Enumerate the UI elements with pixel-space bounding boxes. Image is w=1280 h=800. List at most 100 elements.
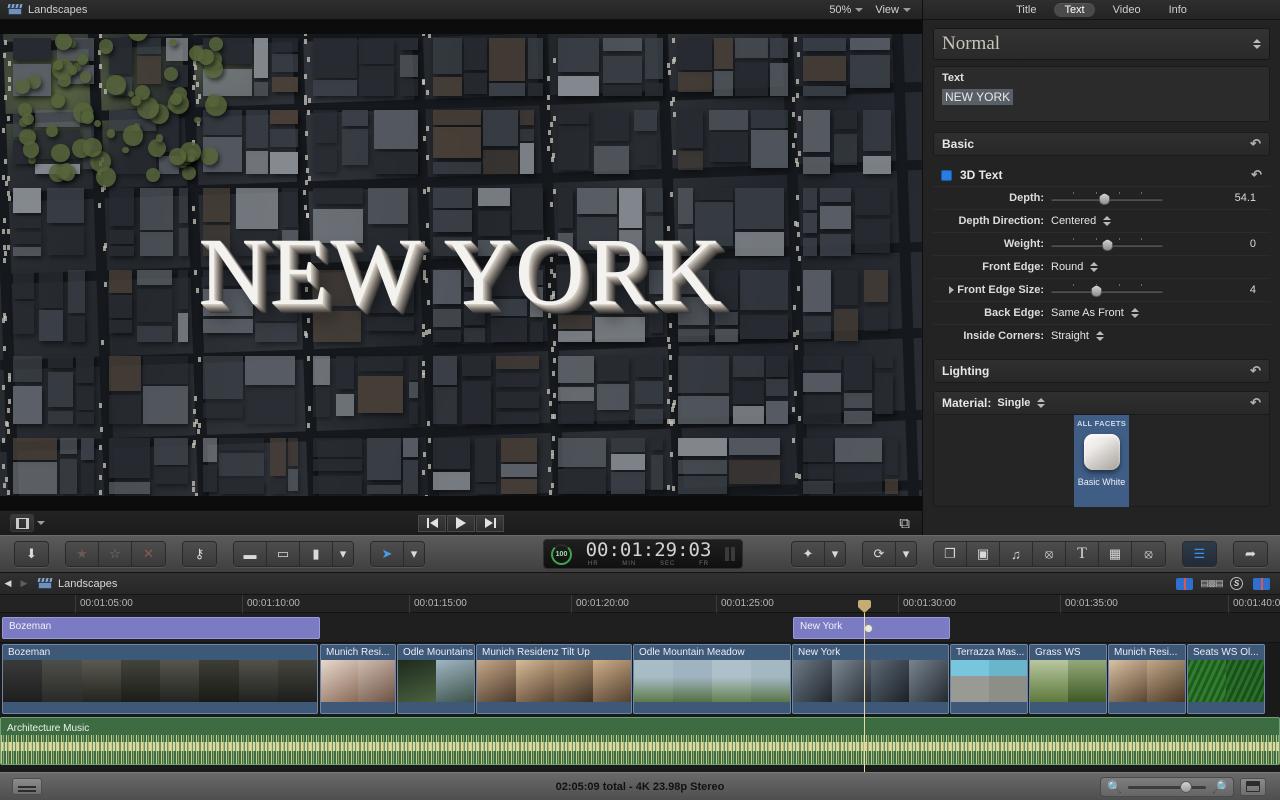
- param-back-edge-select[interactable]: Same As Front: [1051, 307, 1139, 319]
- video-clip[interactable]: Bozeman: [2, 644, 318, 714]
- text-input[interactable]: NEW YORK: [942, 89, 1013, 105]
- chevron-left-icon[interactable]: ◀: [0, 578, 16, 589]
- tools-menu[interactable]: ▾: [404, 542, 424, 566]
- video-clip[interactable]: Grass WS: [1029, 644, 1107, 714]
- append-clip-button[interactable]: ▮: [300, 542, 333, 566]
- lighting-label: Lighting: [942, 364, 989, 378]
- import-media-button[interactable]: ⬇: [15, 542, 48, 566]
- generators-browser-button[interactable]: ▦: [1099, 542, 1132, 566]
- solo-icon[interactable]: S: [1230, 577, 1243, 590]
- material-value: Single: [997, 397, 1030, 409]
- reset-arrow-icon[interactable]: ↶: [1250, 395, 1261, 411]
- effects-menu[interactable]: ▾: [825, 542, 845, 566]
- zoom-slider[interactable]: [1128, 781, 1206, 793]
- timeline-ruler[interactable]: 00:01:05:00 00:01:10:00 00:01:15:00 00:0…: [0, 595, 1280, 613]
- param-front-edge-size-slider[interactable]: [1051, 283, 1163, 297]
- tab-title[interactable]: Title: [1006, 3, 1046, 17]
- title-clip-new-york[interactable]: New York: [793, 617, 950, 639]
- tab-video[interactable]: Video: [1103, 3, 1151, 17]
- video-clip[interactable]: Munich Resi...: [1108, 644, 1186, 714]
- material-swatch-area: ALL FACETS Basic White: [933, 415, 1270, 507]
- fullscreen-icon[interactable]: ⧉: [899, 515, 922, 532]
- connect-clip-button[interactable]: ▬: [234, 542, 267, 566]
- skimming-icon[interactable]: [1253, 578, 1270, 590]
- viewer-zoom-menu[interactable]: 50%: [824, 3, 868, 17]
- param-depth-direction-value: Centered: [1051, 215, 1096, 227]
- video-clip[interactable]: Munich Residenz Tilt Up: [476, 644, 632, 714]
- themes-browser-button[interactable]: ⦻: [1132, 542, 1165, 566]
- tab-info[interactable]: Info: [1159, 3, 1197, 17]
- text-style-preset-select[interactable]: Normal: [933, 28, 1270, 60]
- param-weight-value[interactable]: 0: [1250, 238, 1270, 250]
- timeline-index-icon[interactable]: [12, 778, 42, 795]
- zoom-out-icon[interactable]: 🔍: [1107, 780, 1122, 794]
- transitions-browser-button[interactable]: ⦻: [1033, 542, 1066, 566]
- audio-clip[interactable]: Architecture Music: [0, 717, 1280, 765]
- favorite-button[interactable]: ★: [66, 542, 99, 566]
- material-select[interactable]: Single: [997, 397, 1045, 409]
- param-weight-slider[interactable]: [1051, 237, 1163, 251]
- camera-button[interactable]: ▣: [967, 542, 1000, 566]
- video-clip[interactable]: Odle Mountains: [397, 644, 475, 714]
- clip-appearance-icon[interactable]: [1240, 778, 1266, 796]
- param-depth-direction-select[interactable]: Centered: [1051, 215, 1111, 227]
- timecode-unit-hr: HR: [588, 561, 599, 567]
- video-clip[interactable]: Seats WS Ol...: [1187, 644, 1265, 714]
- three-d-text-checkbox[interactable]: [941, 170, 952, 181]
- viewer-canvas[interactable]: NEW YORK: [0, 20, 922, 510]
- play-icon[interactable]: [447, 515, 475, 532]
- insert-clip-button[interactable]: ▭: [267, 542, 300, 566]
- keyword-button[interactable]: ⚷: [183, 542, 216, 566]
- param-inside-corners-select[interactable]: Straight: [1051, 330, 1104, 342]
- playhead[interactable]: [864, 613, 865, 772]
- title-clip-bozeman[interactable]: Bozeman: [2, 617, 320, 639]
- photos-browser-button[interactable]: ❐: [934, 542, 967, 566]
- viewer-view-menu[interactable]: View: [870, 3, 916, 17]
- param-front-edge-size-value[interactable]: 4: [1250, 284, 1270, 296]
- video-clip[interactable]: New York: [792, 644, 949, 714]
- tab-text[interactable]: Text: [1054, 3, 1094, 17]
- chevron-right-icon[interactable]: ▶: [16, 578, 32, 589]
- reject-button[interactable]: ✕: [132, 542, 165, 566]
- chevron-down-icon[interactable]: [37, 521, 45, 525]
- timecode-digits[interactable]: 00:01:29:03: [572, 541, 725, 560]
- material-swatch[interactable]: ALL FACETS Basic White: [1074, 415, 1129, 507]
- zoom-in-icon[interactable]: 🔎: [1212, 780, 1227, 794]
- video-clip[interactable]: Terrazza Mas...: [950, 644, 1028, 714]
- lighting-section-header[interactable]: Lighting ↶: [933, 359, 1270, 383]
- audio-meter-icon[interactable]: [725, 547, 735, 561]
- crop-icon[interactable]: [10, 514, 34, 532]
- stepper-icon: [1037, 398, 1045, 408]
- clip-label: Munich Resi...: [321, 645, 395, 660]
- skip-forward-icon[interactable]: [476, 515, 504, 532]
- timeline-body[interactable]: Bozeman New York Bozeman: [0, 613, 1280, 772]
- retime-menu[interactable]: ▾: [896, 542, 916, 566]
- stepper-icon: [1103, 216, 1111, 226]
- retime-effects-button[interactable]: ✦: [792, 542, 825, 566]
- basic-section-header[interactable]: Basic ↶: [933, 132, 1270, 156]
- reset-arrow-icon[interactable]: ↶: [1251, 167, 1262, 183]
- audio-waveform-icon[interactable]: ▤▩▤: [1203, 578, 1220, 590]
- inspector-toggle-button[interactable]: ☰: [1183, 542, 1216, 566]
- skip-back-icon[interactable]: [418, 515, 446, 532]
- timecode-display[interactable]: 100 00:01:29:03 HR MIN SEC FR: [543, 539, 743, 569]
- share-button[interactable]: ➦: [1234, 542, 1267, 566]
- clip-appearance-icon[interactable]: [1176, 578, 1193, 590]
- select-tool-button[interactable]: ➤: [371, 542, 404, 566]
- music-browser-button[interactable]: ♫: [1000, 542, 1033, 566]
- retime-button[interactable]: ⟳: [863, 542, 896, 566]
- unrate-button[interactable]: ☆: [99, 542, 132, 566]
- rating-group: ★ ☆ ✕: [65, 541, 166, 567]
- reset-arrow-icon[interactable]: ↶: [1250, 363, 1261, 379]
- disclosure-triangle-icon[interactable]: [949, 286, 954, 294]
- title-text-overlay[interactable]: NEW YORK: [0, 224, 922, 320]
- keyframe-icon[interactable]: [864, 624, 873, 633]
- param-depth-slider[interactable]: [1051, 191, 1163, 205]
- reset-arrow-icon[interactable]: ↶: [1250, 136, 1261, 152]
- video-clip[interactable]: Odle Mountain Meadow: [633, 644, 791, 714]
- edit-options-menu[interactable]: ▾: [333, 542, 353, 566]
- titles-browser-button[interactable]: T: [1066, 542, 1099, 566]
- video-clip[interactable]: Munich Resi...: [320, 644, 396, 714]
- param-front-edge-select[interactable]: Round: [1051, 261, 1098, 273]
- param-depth-value[interactable]: 54.1: [1235, 192, 1270, 204]
